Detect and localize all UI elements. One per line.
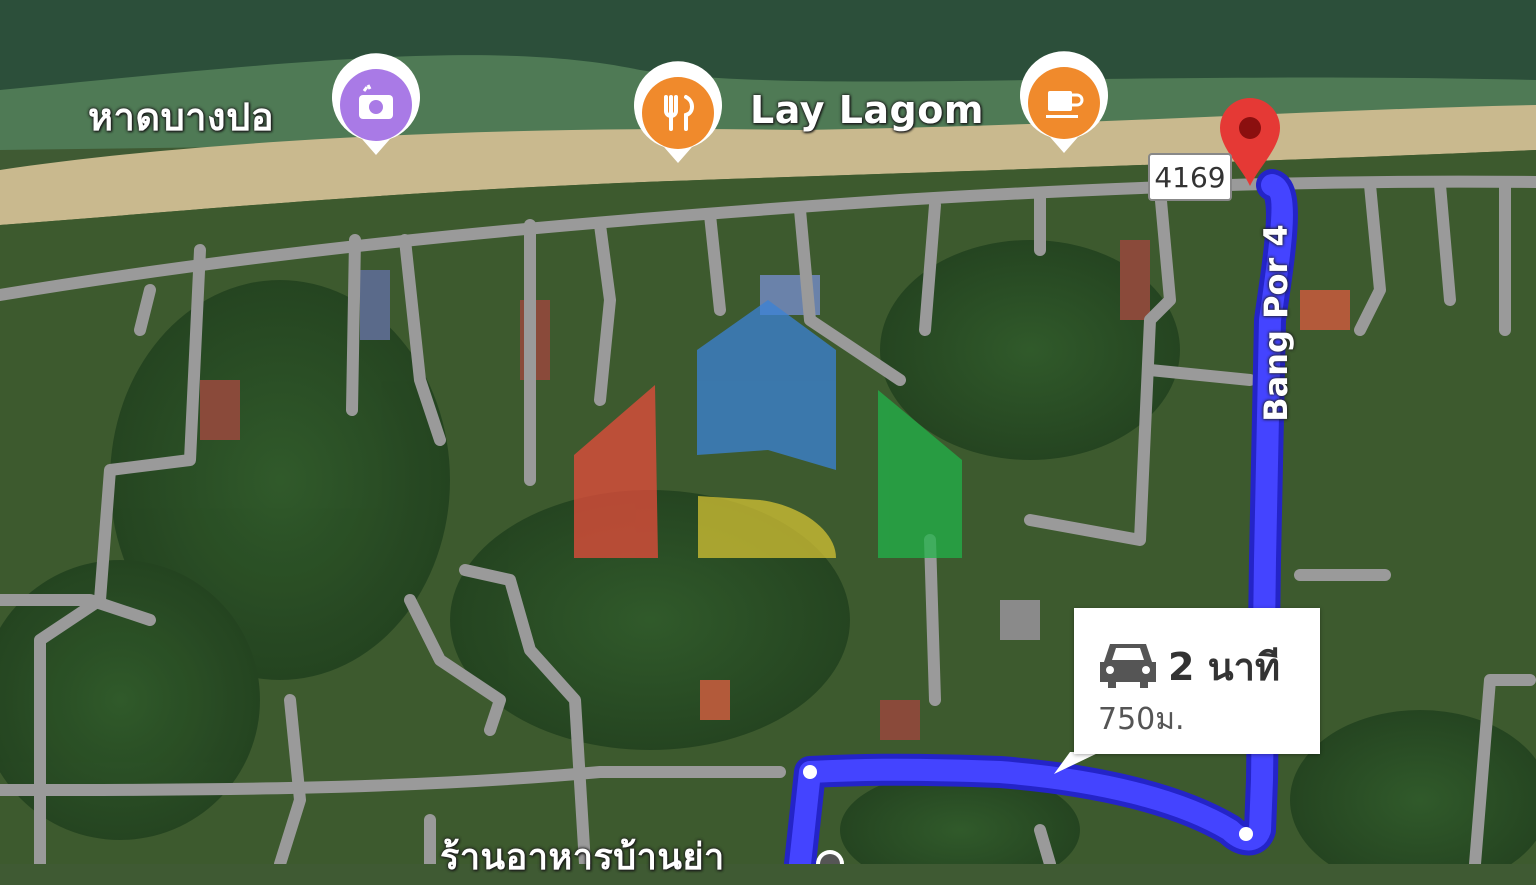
- route-info-callout[interactable]: 2 นาที 750ม.: [1074, 608, 1320, 754]
- route-waypoint: [803, 765, 817, 779]
- road-name-label: Bang Por 4: [1257, 224, 1295, 422]
- route-distance: 750ม.: [1098, 702, 1185, 737]
- poi-label-cafe[interactable]: Lay Lagom: [750, 88, 984, 132]
- poi-label-bottom-restaurant[interactable]: ร้านอาหารบ้านย่า: [440, 828, 725, 885]
- route-shield: 4169: [1148, 153, 1232, 201]
- car-icon: [1100, 644, 1156, 688]
- route-waypoint: [1239, 827, 1253, 841]
- poi-label-beach[interactable]: หาดบางปอ: [88, 86, 274, 147]
- route-duration: 2 นาที: [1168, 645, 1281, 689]
